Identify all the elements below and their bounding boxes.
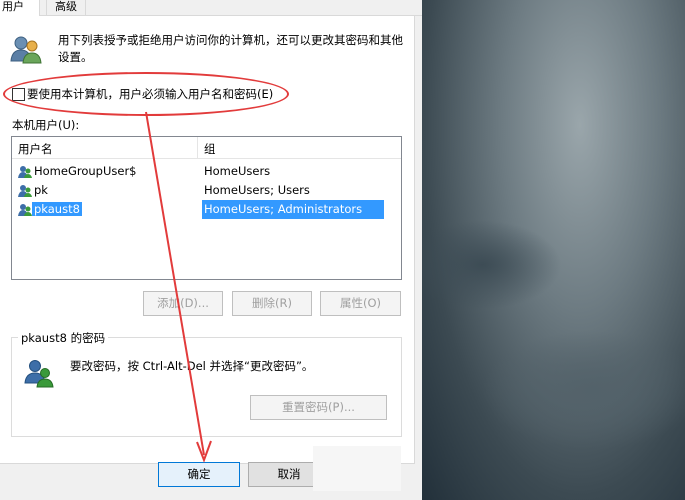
password-instructions: 要改密码，按 Ctrl-Alt-Del 并选择“更改密码”。 [70,359,314,373]
tab-advanced[interactable]: 高级 [46,0,86,16]
desktop-blur-shape [402,220,562,310]
password-group-box [11,337,402,437]
users-list[interactable]: 用户名 组 HomeGroupUser$ HomeUsers pk HomeUs… [11,136,402,280]
user-accounts-dialog: 用户 高级 用下列表授予或拒绝用户访问你的计算机，还可以更改其密码和其他设置。 … [0,0,422,500]
table-row[interactable]: pk HomeUsers; Users [16,181,384,200]
tab-strip: 用户 高级 [0,0,422,17]
user-icon [18,185,32,197]
properties-button[interactable]: 属性(O) [320,291,401,316]
user-name: HomeGroupUser$ [34,164,137,178]
password-user-icon [24,360,54,388]
desktop-blur-shape [482,330,685,450]
local-users-label: 本机用户(U): [12,118,80,132]
column-header-group[interactable]: 组 [204,141,216,157]
users-icon [10,36,42,64]
column-separator[interactable] [197,137,198,159]
reset-password-button[interactable]: 重置密码(P)... [250,395,387,420]
desktop-background [402,0,685,500]
user-icon [18,166,32,178]
description-text: 用下列表授予或拒绝用户访问你的计算机，还可以更改其密码和其他设置。 [58,33,403,64]
glare-overlay [313,446,401,491]
table-row[interactable]: HomeGroupUser$ HomeUsers [16,162,384,181]
user-group: HomeUsers [204,164,271,178]
add-button[interactable]: 添加(D)... [143,291,223,316]
list-header: 用户名 组 [12,137,401,159]
user-group: HomeUsers; Users [204,183,310,197]
ok-button[interactable]: 确定 [158,462,240,487]
remove-button[interactable]: 删除(R) [232,291,312,316]
user-name: pk [34,183,48,197]
user-icon [18,204,32,216]
user-name: pkaust8 [32,202,82,216]
tab-users[interactable]: 用户 [0,0,40,17]
user-group: HomeUsers; Administrators [204,202,363,216]
password-group-title: pkaust8 的密码 [18,330,109,346]
column-header-username[interactable]: 用户名 [18,141,53,157]
table-row-selected[interactable]: pkaust8 HomeUsers; Administrators [16,200,384,219]
annotation-ellipse [3,72,289,116]
